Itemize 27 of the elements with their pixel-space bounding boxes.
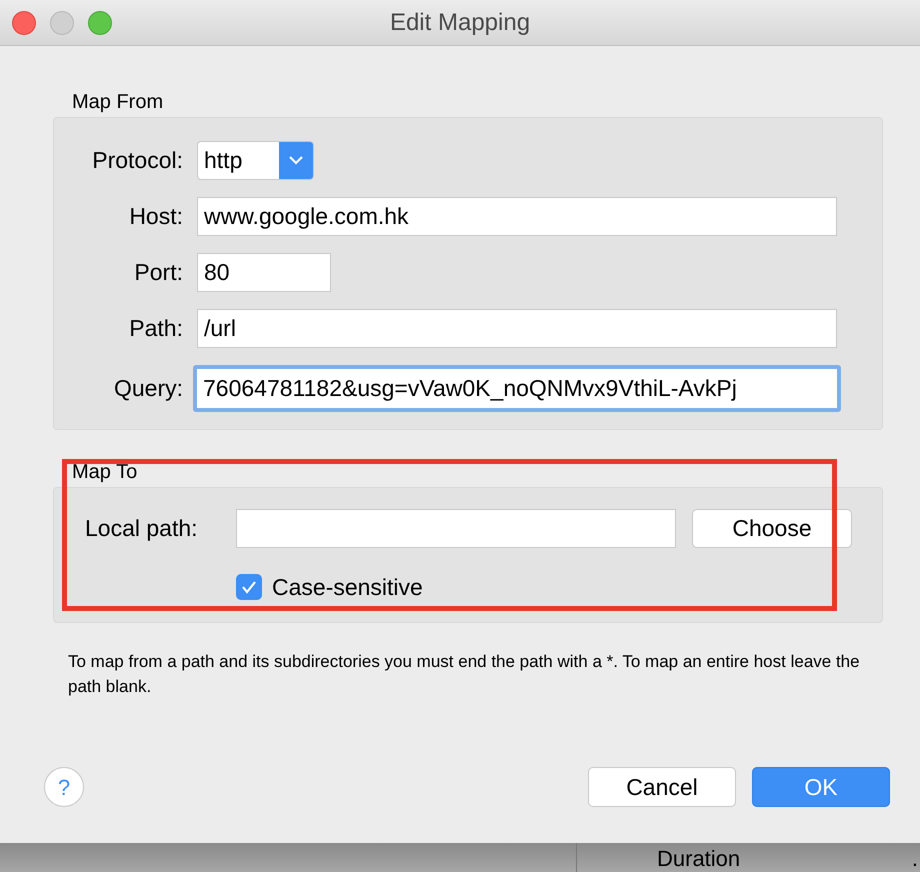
checkmark-icon xyxy=(241,580,257,594)
dialog-button[interactable]: Cancel xyxy=(588,767,736,807)
protocol-select[interactable]: http xyxy=(197,141,314,180)
input-field[interactable]: 76064781182&usg=vVaw0K_noQNMvx9VthiL-AvkPj xyxy=(193,365,841,412)
column-header: . xyxy=(912,846,918,872)
checkbox-label: Case-sensitive xyxy=(272,573,423,602)
close-button[interactable] xyxy=(12,10,36,34)
chevron-down-icon xyxy=(279,142,313,179)
minimize-button[interactable] xyxy=(50,10,74,34)
column-header: Duration xyxy=(657,846,740,872)
field-label: Port: xyxy=(133,258,184,288)
checkbox[interactable] xyxy=(236,574,262,600)
input-field[interactable]: 80 xyxy=(197,253,331,292)
field-label: Protocol: xyxy=(91,146,184,176)
input-field[interactable]: www.google.com.hk xyxy=(197,197,837,236)
field-label: Host: xyxy=(128,202,184,232)
field-label: Path: xyxy=(128,314,184,344)
group-title: Map To xyxy=(72,460,138,484)
zoom-button[interactable] xyxy=(88,10,112,34)
note-text: To map from a path and its subdirectories you must end the path with a *. To map an entire host leave the path blank. xyxy=(68,651,861,698)
choose-button[interactable]: Choose xyxy=(692,509,852,548)
field-label: Local path: xyxy=(85,514,199,544)
input-field[interactable]: /url xyxy=(197,309,837,348)
field-label: Query: xyxy=(112,374,184,404)
group-title: Map From xyxy=(72,90,164,114)
window-title: Edit Mapping xyxy=(390,8,530,38)
local-path-field[interactable] xyxy=(236,509,676,548)
